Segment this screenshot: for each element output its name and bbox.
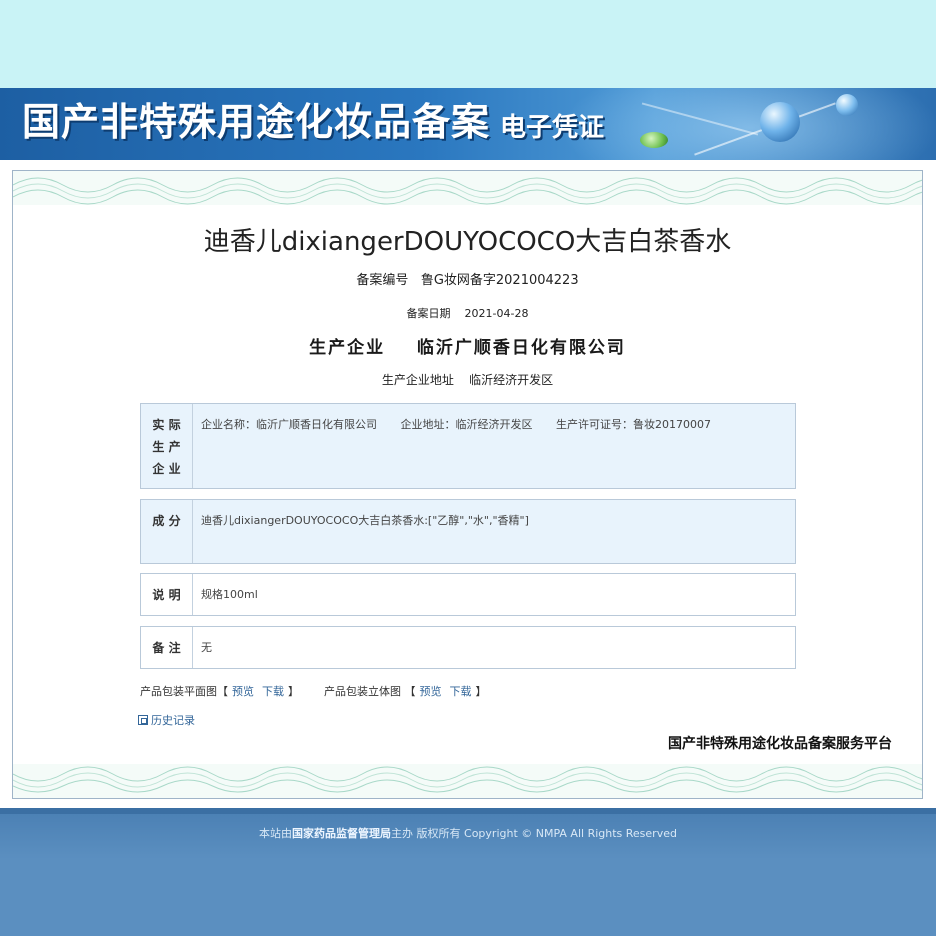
production-license: 生产许可证号：鲁妆20170007 — [556, 418, 711, 431]
section-label: 备 注 — [141, 627, 193, 668]
label-line: 实 际 — [152, 418, 181, 432]
certificate-frame: 迪香儿dixiangerDOUYOCOCO大吉白茶香水 备案编号 鲁G妆网备字2… — [12, 170, 923, 799]
bracket: 】 — [288, 685, 299, 698]
product-name: 迪香儿dixiangerDOUYOCOCO大吉白茶香水 — [203, 227, 732, 257]
guilloche-bottom — [13, 764, 922, 798]
manufacturer-name: 临沂广顺香日化有限公司 — [416, 338, 626, 358]
history-label: 历史记录 — [151, 714, 195, 727]
section-label: 说 明 — [141, 574, 193, 615]
stereo-download-link[interactable]: 下载 — [450, 685, 472, 698]
record-number-label: 备案编号 — [356, 273, 409, 288]
ingredients-text: 迪香儿dixiangerDOUYOCOCO大吉白茶香水:["乙醇","水","香… — [201, 514, 529, 527]
molecule-orb-icon — [760, 102, 800, 142]
record-date-line: 备案日期 2021-04-28 — [13, 305, 922, 321]
history-icon — [138, 715, 148, 725]
history-link[interactable]: 历史记录 — [138, 712, 195, 728]
banner-glow — [560, 88, 936, 160]
bracket: 】 — [475, 685, 487, 698]
description-text: 规格100ml — [201, 587, 258, 601]
footer-strip — [0, 808, 936, 814]
record-number-line: 备案编号 鲁G妆网备字2021004223 — [13, 269, 922, 288]
description-section: 说 明 规格100ml — [140, 573, 796, 616]
footer-prefix: 本站由 — [259, 827, 293, 840]
package-links: 产品包装平面图【 预览 下载】 产品包装立体图 【预览 下载】 — [140, 683, 487, 699]
footer-copyright: 本站由国家药品监督管理局主办 版权所有 Copyright © NMPA All… — [0, 825, 936, 841]
record-number: 鲁G妆网备字2021004223 — [420, 273, 579, 288]
top-band — [0, 0, 936, 88]
company-address: 企业地址：临沂经济开发区 — [400, 418, 533, 431]
banner-subtitle: 电子凭证 — [500, 113, 605, 143]
banner-main-title: 国产非特殊用途化妆品备案 — [22, 99, 491, 144]
stereo-image-label: 产品包装立体图 【 — [324, 685, 416, 698]
record-date: 2021-04-28 — [464, 307, 529, 320]
remarks-section: 备 注 无 — [140, 626, 796, 669]
label-line: 生 产 — [152, 440, 181, 454]
address-line: 生产企业地址 临沂经济开发区 — [13, 371, 922, 388]
flat-download-link[interactable]: 下载 — [262, 685, 284, 698]
flat-image-label: 产品包装平面图【 — [140, 685, 228, 698]
remarks-text: 无 — [201, 640, 212, 654]
manufacturer-line: 生产企业 临沂广顺香日化有限公司 — [13, 333, 922, 358]
stereo-preview-link[interactable]: 预览 — [420, 685, 442, 698]
address-label: 生产企业地址 — [381, 373, 454, 387]
banner-title: 国产非特殊用途化妆品备案 电子凭证 — [22, 96, 604, 146]
section-content: 企业名称：临沂广顺香日化有限公司 企业地址：临沂经济开发区 生产许可证号：鲁妆2… — [193, 404, 795, 488]
address-value: 临沂经济开发区 — [469, 373, 554, 387]
footer-suffix: 主办 版权所有 Copyright © NMPA All Rights Rese… — [391, 827, 677, 840]
molecule-orb-icon — [836, 94, 858, 116]
flat-preview-link[interactable]: 预览 — [232, 685, 254, 698]
section-label: 成 分 — [141, 500, 193, 563]
label-line: 企 业 — [152, 462, 181, 476]
platform-name: 国产非特殊用途化妆品备案服务平台 — [668, 736, 892, 752]
section-label: 实 际 生 产 企 业 — [141, 404, 193, 488]
actual-manufacturer-section: 实 际 生 产 企 业 企业名称：临沂广顺香日化有限公司 企业地址：临沂经济开发… — [140, 403, 796, 489]
record-date-label: 备案日期 — [406, 307, 451, 320]
footer: 本站由国家药品监督管理局主办 版权所有 Copyright © NMPA All… — [0, 808, 936, 936]
manufacturer-label: 生产企业 — [309, 338, 386, 358]
main-panel: 迪香儿dixiangerDOUYOCOCO大吉白茶香水 备案编号 鲁G妆网备字2… — [0, 160, 936, 808]
ingredients-section: 成 分 迪香儿dixiangerDOUYOCOCO大吉白茶香水:["乙醇","水… — [140, 499, 796, 564]
guilloche-top — [13, 171, 922, 205]
footer-agency-link[interactable]: 国家药品监督管理局 — [292, 827, 391, 840]
company-name: 企业名称：临沂广顺香日化有限公司 — [201, 418, 377, 431]
leaf-icon — [640, 132, 668, 148]
